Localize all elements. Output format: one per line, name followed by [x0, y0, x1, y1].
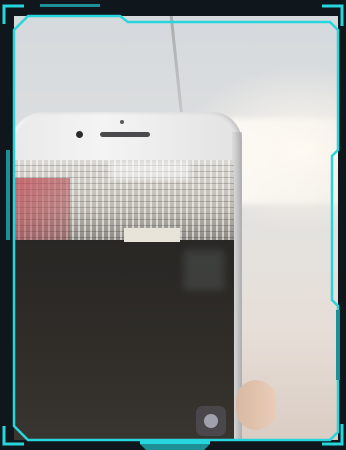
ceiling-cable [168, 0, 184, 120]
earpiece-speaker [100, 132, 150, 137]
proximity-sensor [120, 120, 124, 124]
smartphone [10, 112, 242, 450]
screen-highlight [110, 162, 190, 180]
camera-shutter-icon [196, 406, 226, 436]
screen-glare [184, 250, 224, 290]
front-camera [76, 131, 83, 138]
camera-shutter-inner [204, 414, 218, 428]
ceiling-light-panel [230, 118, 346, 204]
screen-light-plate [124, 228, 180, 242]
photo [0, 0, 346, 450]
hand-finger [236, 380, 276, 430]
phone-screen [14, 160, 234, 450]
photo-frame [0, 0, 346, 450]
screen-red-reflection [14, 178, 70, 240]
